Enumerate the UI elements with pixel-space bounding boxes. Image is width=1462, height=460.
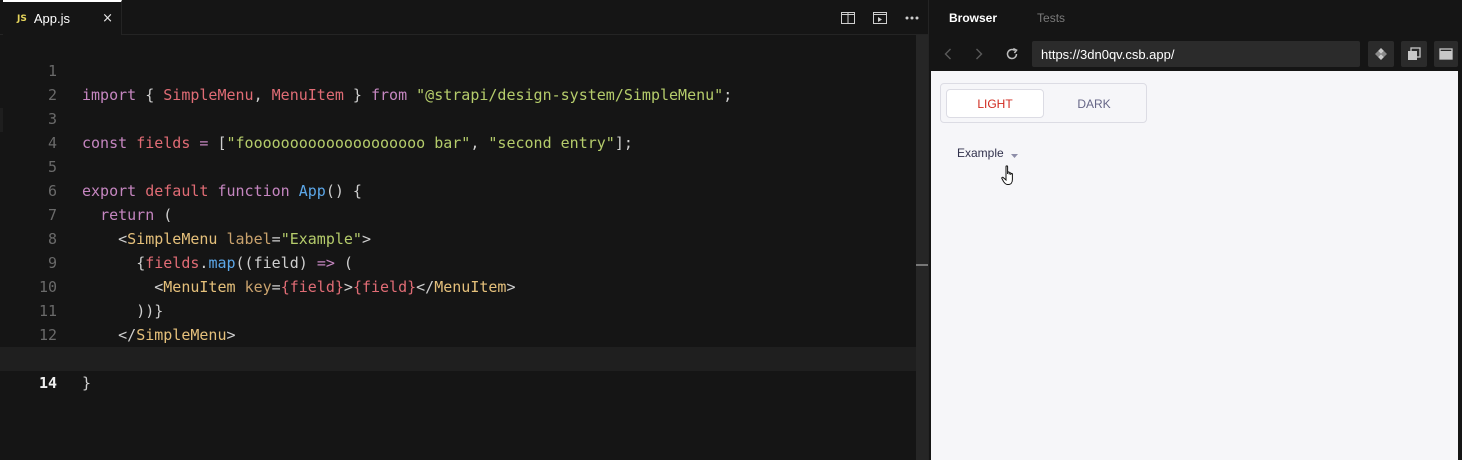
tab-tests[interactable]: Tests: [1017, 11, 1085, 25]
url-input[interactable]: [1032, 41, 1360, 67]
back-icon[interactable]: [934, 40, 962, 68]
editor-tab-app-js[interactable]: JS App.js ×: [3, 0, 122, 35]
code-line: 6 return (: [0, 155, 928, 224]
refresh-icon[interactable]: [998, 40, 1026, 68]
code-line: 2: [0, 59, 928, 104]
open-preview-icon[interactable]: [870, 8, 890, 28]
dark-theme-button[interactable]: DARK: [1045, 89, 1143, 118]
more-icon[interactable]: [902, 8, 922, 28]
layout-icon[interactable]: [1434, 41, 1458, 67]
preview-pane: Browser Tests LIGHT DARK Example: [928, 0, 1462, 460]
code-line: 9 <MenuItem key={field}>{field}</MenuIte…: [0, 227, 928, 296]
code-editor-pane: JS App.js × 1 import { SimpleMenu, MenuI…: [0, 0, 928, 460]
browser-nav-bar: [929, 38, 1462, 70]
code-area[interactable]: 1 import { SimpleMenu, MenuItem } from "…: [0, 35, 928, 460]
token-close-brace: }: [82, 374, 92, 392]
code-line: 12 );: [0, 299, 928, 368]
forward-icon[interactable]: [965, 40, 993, 68]
code-line-active: 14: [0, 347, 928, 392]
preview-frame: LIGHT DARK Example: [931, 71, 1458, 460]
theme-switch: LIGHT DARK: [940, 83, 1147, 123]
js-file-icon: JS: [17, 13, 27, 24]
code-line: 8 {fields.map((field) => (: [0, 203, 928, 272]
preview-tabs: Browser Tests: [929, 0, 1462, 35]
code-line: 3 const fields = ["foooooooooooooooooooo…: [0, 83, 928, 152]
tab-browser[interactable]: Browser: [929, 11, 1017, 25]
light-theme-button[interactable]: LIGHT: [946, 89, 1044, 118]
code-line: 5 export default function App() {: [0, 131, 928, 200]
code-line: 11 </SimpleMenu>: [0, 275, 928, 344]
editor-actions: [838, 0, 922, 35]
code-line: 1 import { SimpleMenu, MenuItem } from "…: [0, 35, 928, 104]
split-editor-icon[interactable]: [838, 8, 858, 28]
devtools-icon[interactable]: [1368, 41, 1394, 67]
scrollbar-marker: [916, 264, 928, 266]
editor-scrollbar[interactable]: [916, 35, 928, 460]
caret-down-icon: [1010, 143, 1018, 162]
tab-filename: App.js: [33, 11, 70, 26]
menu-label: Example: [957, 145, 1004, 160]
hand-cursor-icon: [1001, 165, 1017, 191]
code-line: 4: [0, 107, 928, 152]
editor-tab-bar: JS App.js ×: [0, 0, 928, 35]
code-line: 13 }: [0, 323, 928, 392]
code-line: 10 ))}: [0, 251, 928, 320]
close-tab-icon[interactable]: ×: [102, 11, 113, 26]
simple-menu-trigger[interactable]: Example: [957, 143, 1018, 162]
line-number: 14: [38, 374, 57, 392]
open-new-window-icon[interactable]: [1401, 41, 1427, 67]
code-line: 7 <SimpleMenu label="Example">: [0, 179, 928, 248]
